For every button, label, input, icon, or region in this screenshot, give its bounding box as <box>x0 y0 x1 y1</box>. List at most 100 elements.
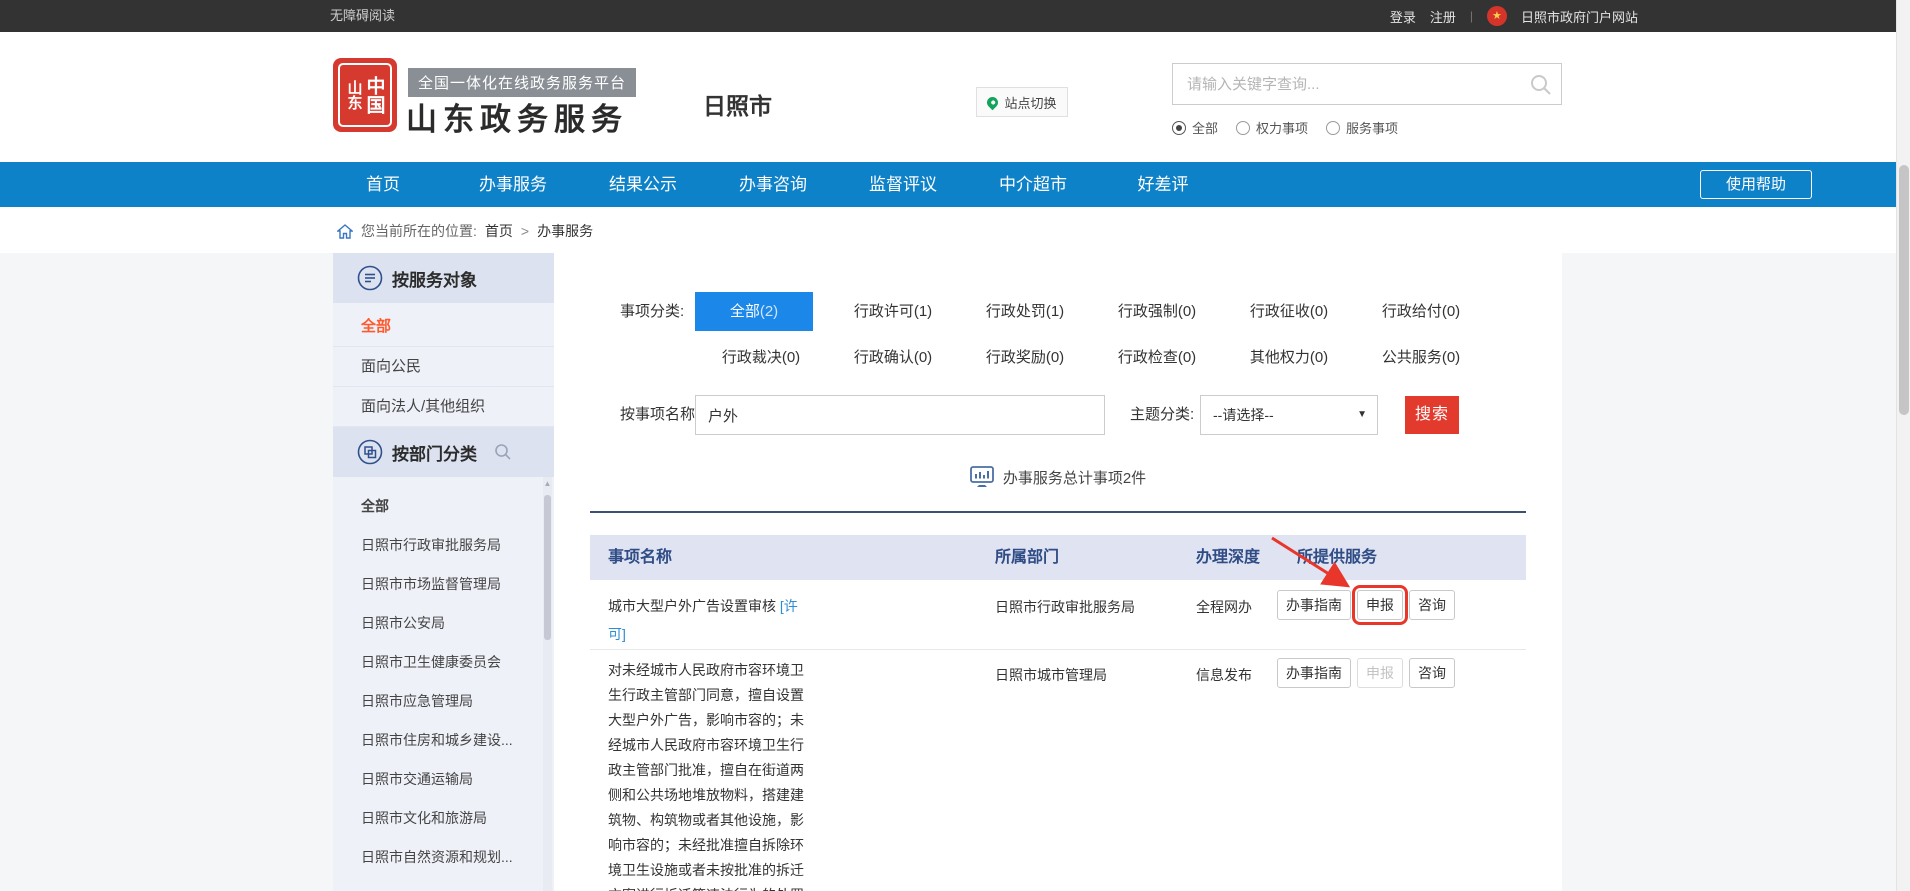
content-area: 按服务对象 全部 面向公民 面向法人/其他组织 按部门分类 全部 <box>0 253 1910 891</box>
breadcrumb: 您当前所在的位置: 首页 > 办事服务 <box>337 221 593 241</box>
search-icon[interactable] <box>1529 73 1553 97</box>
col-header-depth: 办理深度 <box>1170 535 1270 580</box>
apply-button-highlighted[interactable]: 申报 <box>1357 590 1403 620</box>
guide-button[interactable]: 办事指南 <box>1277 590 1351 620</box>
tab-label: 行政许可 <box>854 303 914 320</box>
radio-icon <box>1236 121 1250 135</box>
department-scrollbar[interactable]: ▲ <box>543 477 552 891</box>
dept-item[interactable]: 日照市市场监督管理局 <box>333 565 554 604</box>
breadcrumb-current: 办事服务 <box>537 221 593 241</box>
dept-item[interactable]: 日照市行政审批服务局 <box>333 526 554 565</box>
tab-label: 行政强制 <box>1118 303 1178 320</box>
seal-right-text: 中国 <box>365 76 384 114</box>
scroll-up-arrow-icon[interactable]: ▲ <box>543 477 552 491</box>
dept-item[interactable]: 日照市应急管理局 <box>333 682 554 721</box>
tab-count: (2) <box>760 303 778 320</box>
login-link[interactable]: 登录 <box>1390 7 1416 26</box>
tab-label: 行政裁决 <box>722 349 782 366</box>
search-button[interactable]: 搜索 <box>1405 396 1459 434</box>
scope-label: 权力事项 <box>1256 118 1308 137</box>
category-tab[interactable]: 行政确认(0) <box>827 338 959 377</box>
site-switch-button[interactable]: 站点切换 <box>976 87 1068 117</box>
nav-item-rating[interactable]: 好差评 <box>1098 162 1228 207</box>
breadcrumb-home-link[interactable]: 首页 <box>485 221 513 241</box>
dept-item[interactable]: 日照市自然资源和规划... <box>333 838 554 877</box>
sidebar-item-citizen[interactable]: 面向公民 <box>333 347 554 387</box>
seal-left-text: 山东 <box>347 80 362 110</box>
radio-selected-icon <box>1172 121 1186 135</box>
category-filter-label: 事项分类: <box>620 292 684 331</box>
main-nav: 首页 办事服务 结果公示 办事咨询 监督评议 中介超市 好差评 使用帮助 <box>0 162 1910 207</box>
register-link[interactable]: 注册 <box>1430 7 1456 26</box>
page: 无障碍阅读 登录 注册 | ★ 日照市政府门户网站 山东 中国 全国一体化在线政… <box>0 0 1910 891</box>
tab-count: (0) <box>1046 349 1064 366</box>
shandong-seal-logo: 山东 中国 <box>333 58 397 132</box>
tab-count: (0) <box>782 349 800 366</box>
nav-item-agency[interactable]: 中介超市 <box>968 162 1098 207</box>
guide-button[interactable]: 办事指南 <box>1277 658 1351 688</box>
category-tab[interactable]: 行政检查(0) <box>1091 338 1223 377</box>
nav-item-supervision[interactable]: 监督评议 <box>838 162 968 207</box>
category-tab-all[interactable]: 全部(2) <box>695 292 813 331</box>
main-panel: 事项分类: 全部(2) 行政许可(1) 行政处罚(1) 行政强制(0) 行政征收… <box>554 253 1562 891</box>
tab-count: (0) <box>1442 349 1460 366</box>
topic-select-value: --请选择-- <box>1213 407 1274 423</box>
dept-item[interactable]: 日照市公安局 <box>333 604 554 643</box>
dept-item[interactable]: 日照市住房和城乡建设... <box>333 721 554 760</box>
category-tab[interactable]: 行政奖励(0) <box>959 338 1091 377</box>
nav-item-home[interactable]: 首页 <box>318 162 448 207</box>
consult-button[interactable]: 咨询 <box>1409 590 1455 620</box>
category-tab[interactable]: 公共服务(0) <box>1355 338 1487 377</box>
tab-label: 行政征收 <box>1250 303 1310 320</box>
scope-option-all[interactable]: 全部 <box>1172 118 1218 137</box>
scope-option-service[interactable]: 服务事项 <box>1326 118 1398 137</box>
sidebar-item-legal-person[interactable]: 面向法人/其他组织 <box>333 387 554 427</box>
help-button[interactable]: 使用帮助 <box>1700 170 1812 199</box>
nav-item-consult[interactable]: 办事咨询 <box>708 162 838 207</box>
item-name-label: 按事项名称: <box>620 395 699 435</box>
sidebar-section-department: 按部门分类 <box>333 427 554 477</box>
sidebar-item-all[interactable]: 全部 <box>333 307 554 347</box>
item-department: 日照市城市管理局 <box>980 650 1170 891</box>
scope-label: 服务事项 <box>1346 118 1398 137</box>
department-list: 全部 日照市行政审批服务局 日照市市场监督管理局 日照市公安局 日照市卫生健康委… <box>333 477 554 877</box>
tab-label: 行政确认 <box>854 349 914 366</box>
dept-item[interactable]: 日照市交通运输局 <box>333 760 554 799</box>
item-name: 城市大型户外广告设置审核 [许可] <box>608 592 805 648</box>
dept-item-all[interactable]: 全部 <box>333 487 554 526</box>
topic-label: 主题分类: <box>1130 395 1194 435</box>
category-tabs: 全部(2) 行政许可(1) 行政处罚(1) 行政强制(0) 行政征收(0) 行政… <box>695 292 1487 377</box>
location-pin-icon <box>985 94 1001 110</box>
dept-item[interactable]: 日照市文化和旅游局 <box>333 799 554 838</box>
dept-item[interactable]: 日照市卫生健康委员会 <box>333 643 554 682</box>
scope-option-power[interactable]: 权力事项 <box>1236 118 1308 137</box>
tab-label: 行政奖励 <box>986 349 1046 366</box>
item-name-input[interactable] <box>695 395 1105 435</box>
nav-item-services[interactable]: 办事服务 <box>448 162 578 207</box>
chevron-down-icon: ▼ <box>1357 396 1367 434</box>
topic-select[interactable]: --请选择-- ▼ <box>1200 395 1378 435</box>
department-search-icon[interactable] <box>494 443 512 461</box>
site-switch-label: 站点切换 <box>1004 93 1056 112</box>
portal-site-link[interactable]: 日照市政府门户网站 <box>1521 7 1638 26</box>
item-depth: 全程网办 <box>1170 580 1270 649</box>
tab-count: (0) <box>1178 349 1196 366</box>
category-tab[interactable]: 行政强制(0) <box>1091 292 1223 331</box>
nav-item-results[interactable]: 结果公示 <box>578 162 708 207</box>
item-department: 日照市行政审批服务局 <box>980 580 1170 649</box>
category-tab[interactable]: 行政征收(0) <box>1223 292 1355 331</box>
consult-button[interactable]: 咨询 <box>1409 658 1455 688</box>
category-tab[interactable]: 其他权力(0) <box>1223 338 1355 377</box>
page-scrollbar[interactable] <box>1896 0 1910 891</box>
category-tab[interactable]: 行政处罚(1) <box>959 292 1091 331</box>
summary-text: 办事服务总计事项2件 <box>1003 467 1146 488</box>
category-tab[interactable]: 行政给付(0) <box>1355 292 1487 331</box>
category-tab[interactable]: 行政裁决(0) <box>695 338 827 377</box>
category-tab[interactable]: 行政许可(1) <box>827 292 959 331</box>
page-scrollbar-thumb[interactable] <box>1899 165 1909 415</box>
table-row: 对未经城市人民政府市容环境卫生行政主管部门同意，擅自设置大型户外广告，影响市容的… <box>590 650 1526 891</box>
item-depth: 信息发布 <box>1170 650 1270 891</box>
department-scrollbar-thumb[interactable] <box>544 495 551 640</box>
keyword-search-input[interactable] <box>1173 64 1561 104</box>
accessibility-link[interactable]: 无障碍阅读 <box>330 0 395 32</box>
